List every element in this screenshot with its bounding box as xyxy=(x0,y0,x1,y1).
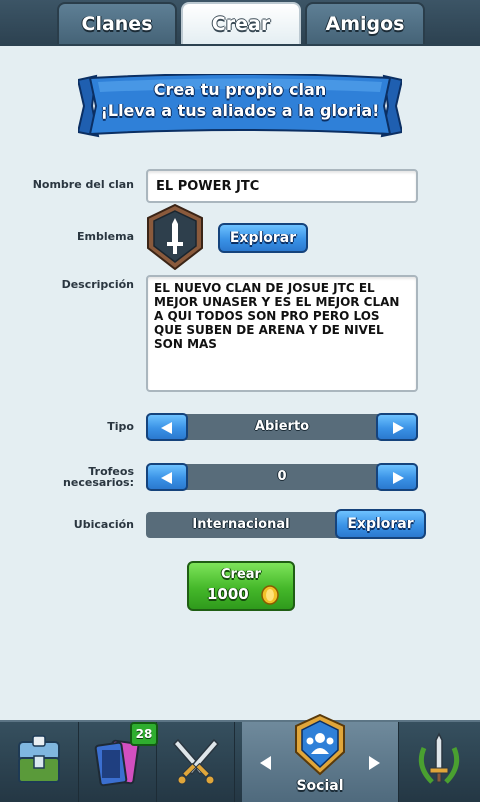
shield-sword-icon[interactable] xyxy=(146,203,204,271)
crossed-swords-icon xyxy=(172,738,220,785)
descripcion-label: Descripción xyxy=(61,278,134,291)
arrow-right-icon xyxy=(393,422,404,434)
ubicacion-label: Ubicación xyxy=(73,518,134,531)
tipo-selector: Abierto xyxy=(146,413,418,441)
emblem-explorar-button[interactable]: Explorar xyxy=(218,223,308,253)
emblema-label: Emblema xyxy=(77,230,134,243)
create-cost: 1000 xyxy=(207,585,249,603)
tipo-next-button[interactable] xyxy=(376,413,418,441)
nav-next-arrow-icon[interactable] xyxy=(369,756,380,770)
laurel-sword-icon xyxy=(418,732,460,784)
location-explorar-button[interactable]: Explorar xyxy=(335,509,426,539)
create-clan-button[interactable]: Crear 1000 xyxy=(187,561,295,611)
clan-name-value: EL POWER JTC xyxy=(156,179,260,194)
tab-clanes[interactable]: Clanes xyxy=(57,2,177,44)
arrow-left-icon xyxy=(161,472,172,484)
nav-social-label: Social xyxy=(296,778,344,794)
trofeos-next-button[interactable] xyxy=(376,463,418,491)
nav-tournaments[interactable] xyxy=(398,722,480,802)
arrow-left-icon xyxy=(161,422,172,434)
nav-shop[interactable] xyxy=(0,722,79,802)
cards-count-badge: 28 xyxy=(130,722,158,746)
bottom-nav: Social xyxy=(0,714,480,802)
create-label: Crear xyxy=(221,567,261,582)
tipo-value: Abierto xyxy=(254,419,310,434)
ubicacion-field: Internacional xyxy=(146,512,346,538)
clan-name-input[interactable]: EL POWER JTC xyxy=(146,169,418,203)
tab-amigos[interactable]: Amigos xyxy=(305,2,425,44)
tipo-label: Tipo xyxy=(107,420,134,433)
gold-coin-icon xyxy=(261,585,279,605)
trofeos-label-line2: necesarios: xyxy=(63,476,134,489)
social-shield-icon xyxy=(295,714,345,776)
nombre-label: Nombre del clan xyxy=(32,178,134,191)
nav-social[interactable]: Social xyxy=(242,714,399,802)
nav-prev-arrow-icon[interactable] xyxy=(260,756,271,770)
trofeos-value: 0 xyxy=(277,469,287,484)
chest-icon xyxy=(18,735,60,783)
trofeos-label: Trofeos necesarios: xyxy=(10,466,134,488)
tipo-prev-button[interactable] xyxy=(146,413,188,441)
banner-subtitle: ¡Lleva a tus aliados a la gloria! xyxy=(100,101,380,120)
tab-crear[interactable]: Crear xyxy=(181,2,301,44)
trofeos-selector: 0 xyxy=(146,463,418,491)
tab-bar: Clanes Crear Amigos xyxy=(0,0,480,46)
ubicacion-value: Internacional xyxy=(192,517,290,532)
trofeos-prev-button[interactable] xyxy=(146,463,188,491)
nav-battle[interactable] xyxy=(156,722,235,802)
description-value: EL NUEVO CLAN DE JOSUE JTC EL MEJOR UNAS… xyxy=(154,281,400,351)
banner-title: Crea tu propio clan xyxy=(153,80,327,99)
banner: Crea tu propio clan ¡Lleva a tus aliados… xyxy=(78,74,402,138)
description-textarea[interactable]: EL NUEVO CLAN DE JOSUE JTC EL MEJOR UNAS… xyxy=(146,275,418,392)
arrow-right-icon xyxy=(393,472,404,484)
